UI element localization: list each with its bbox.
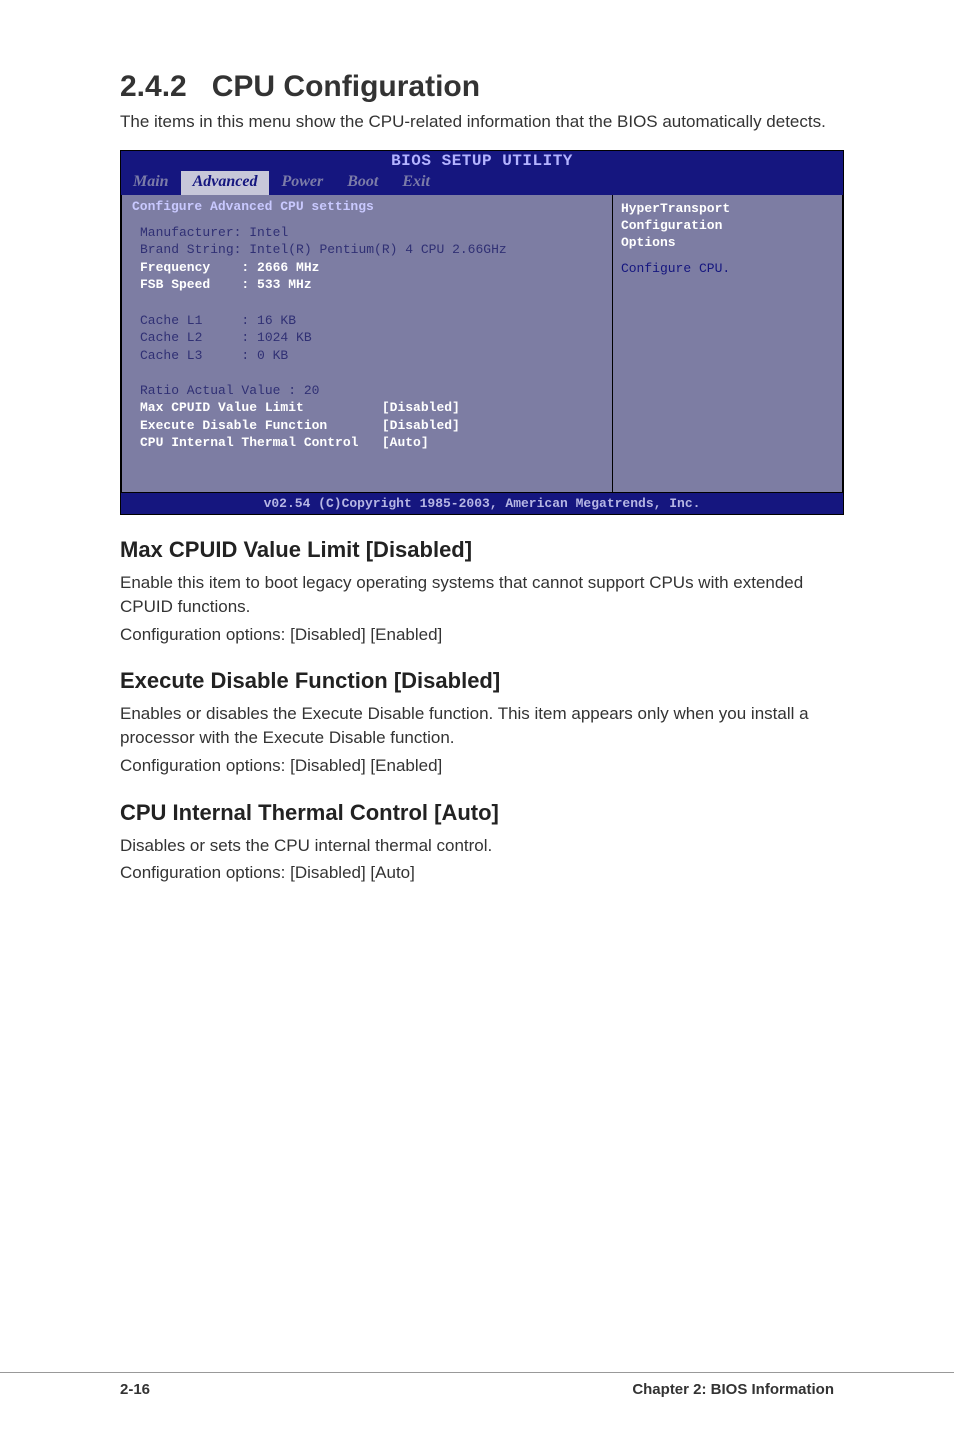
bios-tab-bar: Main Advanced Power Boot Exit [121, 171, 843, 195]
section-number: 2.4.2 [120, 70, 187, 103]
bios-ratio: Ratio Actual Value : 20 [140, 382, 594, 400]
bios-footer: v02.54 (C)Copyright 1985-2003, American … [121, 493, 843, 514]
label: Frequency [140, 260, 210, 275]
bios-cache-l2: Cache L2 : 1024 KB [140, 329, 594, 347]
value: 533 MHz [257, 277, 312, 292]
label: CPU Internal Thermal Control [140, 435, 358, 450]
spacer [140, 294, 594, 312]
page-footer: 2-16 Chapter 2: BIOS Information [0, 1372, 954, 1398]
label: Cache L3 [140, 348, 202, 363]
spacer [140, 364, 594, 382]
bios-title: BIOS SETUP UTILITY [121, 151, 843, 171]
section-title: CPU Configuration [212, 70, 480, 103]
bios-tab-exit[interactable]: Exit [390, 171, 442, 195]
sub2-p1: Enables or disables the Execute Disable … [120, 702, 844, 750]
bios-left-pane: Configure Advanced CPU settings Manufact… [121, 195, 612, 493]
sub2-p2: Configuration options: [Disabled] [Enabl… [120, 754, 844, 778]
bios-tab-main[interactable]: Main [121, 171, 181, 195]
bios-fsb-speed: FSB Speed : 533 MHz [140, 276, 594, 294]
bios-help-pane: HyperTransport Configuration Options Con… [612, 195, 843, 493]
label: Ratio Actual Value : [140, 383, 296, 398]
value: 0 KB [257, 348, 288, 363]
value: Intel [249, 225, 288, 240]
sub1-p2: Configuration options: [Disabled] [Enabl… [120, 623, 844, 647]
sub1-p1: Enable this item to boot legacy operatin… [120, 571, 844, 619]
bios-cache-l1: Cache L1 : 16 KB [140, 312, 594, 330]
value: 16 KB [257, 313, 296, 328]
help-line3: Options [621, 235, 834, 252]
bios-brand-string: Brand String: Intel(R) Pentium(R) 4 CPU … [140, 241, 594, 259]
value: 2666 MHz [257, 260, 319, 275]
section-heading: 2.4.2 CPU Configuration [120, 70, 844, 104]
help-body: Configure CPU. [621, 261, 834, 278]
sub2-title: Execute Disable Function [Disabled] [120, 668, 844, 694]
sub3-title: CPU Internal Thermal Control [Auto] [120, 800, 844, 826]
bios-cache-l3: Cache L3 : 0 KB [140, 347, 594, 365]
value: 20 [304, 383, 320, 398]
document-page: 2.4.2 CPU Configuration The items in thi… [0, 0, 954, 1438]
bios-max-cpuid[interactable]: Max CPUID Value Limit [Disabled] [140, 399, 594, 417]
bios-manufacturer: Manufacturer: Intel [140, 224, 594, 242]
label: FSB Speed [140, 277, 210, 292]
bios-screenshot: BIOS SETUP UTILITY Main Advanced Power B… [120, 150, 844, 515]
value: [Auto] [382, 435, 429, 450]
label: Execute Disable Function [140, 418, 327, 433]
chapter-label: Chapter 2: BIOS Information [632, 1381, 834, 1398]
sub1-title: Max CPUID Value Limit [Disabled] [120, 537, 844, 563]
bios-left-title: Configure Advanced CPU settings [122, 195, 612, 216]
bios-tab-power[interactable]: Power [269, 171, 335, 195]
value: 1024 KB [257, 330, 312, 345]
help-line1: HyperTransport [621, 201, 834, 218]
page-number: 2-16 [120, 1381, 150, 1398]
bios-tab-advanced[interactable]: Advanced [181, 171, 270, 195]
label: Cache L2 [140, 330, 202, 345]
value: [Disabled] [382, 418, 460, 433]
value: Intel(R) Pentium(R) 4 CPU 2.66GHz [249, 242, 506, 257]
bios-cpu-thermal[interactable]: CPU Internal Thermal Control [Auto] [140, 434, 594, 452]
sub3-p2: Configuration options: [Disabled] [Auto] [120, 861, 844, 885]
bios-body: Configure Advanced CPU settings Manufact… [121, 195, 843, 493]
section-lead: The items in this menu show the CPU-rela… [120, 110, 844, 134]
label: Max CPUID Value Limit [140, 400, 304, 415]
bios-frequency: Frequency : 2666 MHz [140, 259, 594, 277]
bios-tab-boot[interactable]: Boot [335, 171, 390, 195]
bios-exec-disable[interactable]: Execute Disable Function [Disabled] [140, 417, 594, 435]
sub3-p1: Disables or sets the CPU internal therma… [120, 834, 844, 858]
help-line2: Configuration [621, 218, 834, 235]
label: Cache L1 [140, 313, 202, 328]
label: Manufacturer: [140, 225, 241, 240]
bios-left-content: Manufacturer: Intel Brand String: Intel(… [130, 218, 604, 476]
value: [Disabled] [382, 400, 460, 415]
label: Brand String: [140, 242, 241, 257]
